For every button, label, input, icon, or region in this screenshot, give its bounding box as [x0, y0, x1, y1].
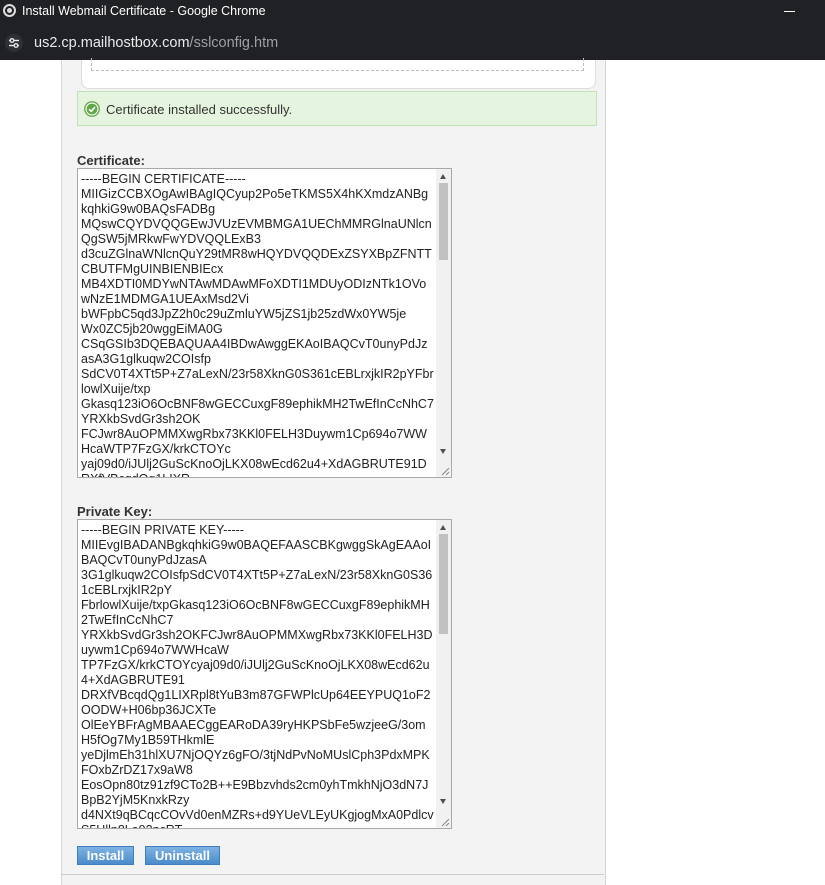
minimize-icon[interactable] [781, 4, 799, 20]
chrome-app-icon [3, 4, 16, 17]
scroll-up-arrow-icon[interactable] [440, 174, 446, 179]
site-settings-icon[interactable] [5, 34, 23, 52]
address-bar: us2.cp.mailhostbox.com/sslconfig.htm [0, 25, 825, 60]
uninstall-button[interactable]: Uninstall [145, 846, 220, 865]
private-key-scrollbar[interactable] [436, 520, 451, 828]
scroll-down-arrow-icon[interactable] [440, 799, 446, 804]
certificate-scrollbar[interactable] [436, 169, 451, 477]
scroll-thumb[interactable] [439, 534, 448, 634]
url-path: /sslconfig.htm [189, 35, 279, 51]
url-field[interactable]: us2.cp.mailhostbox.com/sslconfig.htm [34, 35, 278, 51]
certificate-textarea[interactable]: -----BEGIN CERTIFICATE----- MIIGizCCBXOg… [77, 168, 452, 478]
page-left-margin [0, 60, 61, 885]
panel-divider [61, 874, 604, 875]
scroll-thumb[interactable] [439, 183, 448, 260]
success-text: Certificate installed successfully. [106, 102, 293, 117]
resize-grip-icon[interactable] [440, 466, 450, 476]
check-circle-icon [84, 101, 100, 117]
url-domain: us2.cp.mailhostbox.com [34, 35, 190, 51]
window-titlebar: Install Webmail Certificate - Google Chr… [0, 0, 825, 25]
install-button[interactable]: Install [77, 846, 134, 865]
success-message: Certificate installed successfully. [77, 91, 597, 126]
window-title: Install Webmail Certificate - Google Chr… [22, 4, 266, 18]
resize-grip-icon[interactable] [440, 817, 450, 827]
previous-section-box [81, 58, 596, 89]
private-key-text[interactable]: -----BEGIN PRIVATE KEY----- MIIEvgIBADAN… [81, 523, 434, 828]
certificate-label: Certificate: [77, 153, 145, 168]
certificate-text[interactable]: -----BEGIN CERTIFICATE----- MIIGizCCBXOg… [81, 172, 434, 477]
dashed-dropzone [91, 58, 584, 71]
scroll-down-arrow-icon[interactable] [440, 449, 446, 454]
scroll-up-arrow-icon[interactable] [440, 525, 446, 530]
private-key-textarea[interactable]: -----BEGIN PRIVATE KEY----- MIIEvgIBADAN… [77, 519, 452, 829]
private-key-label: Private Key: [77, 504, 153, 519]
